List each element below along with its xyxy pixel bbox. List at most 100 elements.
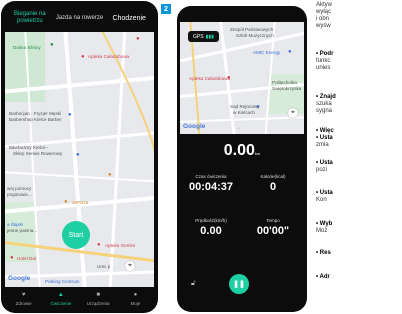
tab-outdoor-run[interactable]: Bieganie na powietrzu [5, 11, 55, 25]
map-label-hotel: Hotel Dal [17, 256, 36, 261]
start-button[interactable]: Start [62, 221, 90, 249]
manual-line: szuka [316, 101, 332, 107]
manual-line: • Usta [316, 135, 333, 141]
map-view[interactable]: Dolina Silnicy ● ● Apteka Całodobowa ● B… [5, 32, 154, 287]
manual-line: sygna [316, 108, 333, 114]
manual-line: • Podr [316, 51, 334, 57]
stat-label-time: Czas ćwiczenia [195, 174, 227, 179]
manual-line: Kon [316, 197, 327, 203]
tab-cycling[interactable]: Jazda na rowerze [55, 15, 105, 22]
map-label-bikefactory-2: Sklep Serwis Rowerowy [13, 151, 63, 156]
manual-line: unies [316, 65, 331, 71]
stat-speed: Prędkość(km/h) 0.00 [181, 218, 241, 237]
phone-screen-exercise-start: Bieganie na powietrzu Jazda na rowerze C… [1, 1, 158, 313]
stat-exercise-time: Czas ćwiczenia 00:04:37 [181, 174, 241, 193]
stat-label-speed: Prędkość(km/h) [195, 218, 227, 223]
nav-item-devices[interactable]: ■ Urządzenia [80, 287, 117, 311]
map-label-parking: Parking Centrum [45, 279, 80, 284]
exercise-type-tabs: Bieganie na powietrzu Jazda na rowerze C… [5, 5, 154, 31]
google-logo: Google [8, 275, 31, 282]
nav-item-profile[interactable]: ● Moje [117, 287, 154, 311]
manual-line: funkc [316, 58, 331, 64]
nav-label-devices: Urządzenia [86, 301, 110, 306]
bottom-navigation: ♥ Zdrowie ▲ Ćwiczenie ■ Urządzenia ● Moj… [5, 287, 154, 311]
stat-label-pace: Tempo [266, 218, 280, 223]
pharmacy-pin-2-icon[interactable]: ● [97, 242, 101, 248]
map-label-szkoly-2: Szkół Muzycznych [236, 33, 274, 38]
nav-label-exercise: Ćwiczenie [50, 301, 72, 306]
pizza-pin-icon[interactable]: ● [64, 199, 68, 205]
map-label-umc: Umc p [97, 264, 111, 269]
map-label-barbershop: Barbershop Kielce Barber [9, 117, 62, 122]
my-location-button[interactable]: ⌖ [125, 261, 135, 271]
distance-display: 0.00km [177, 142, 307, 160]
hotel-pin-icon[interactable]: ● [10, 255, 14, 261]
distance-unit: km [254, 151, 261, 156]
lock-icon[interactable]: 🔓︎ [191, 280, 196, 288]
my-location-button[interactable]: ⌖ [288, 108, 298, 118]
manual-line: • Wyb [316, 221, 333, 227]
map-label-sad: Sąd Rejonowy [230, 104, 260, 109]
manual-line: • Res [316, 250, 331, 256]
manual-line: • Więc [316, 128, 334, 134]
watch-icon: ■ [96, 292, 100, 298]
map-label-politechnika: Politechnika [272, 80, 297, 85]
stat-value-calories: 0 [269, 181, 277, 193]
manual-line: wyłąc [316, 9, 332, 15]
map-label-szkoly: Zespół Państwowych [230, 27, 274, 32]
map-label-sad-2: w Kielcach [233, 110, 255, 115]
map-label-bikefactory: Bikefactory Kielce - [9, 145, 49, 150]
manual-line: Aktyw [316, 2, 333, 8]
current-location-dot-icon: ● [76, 152, 80, 158]
pharmacy-pin-icon[interactable]: ● [227, 75, 231, 81]
park-pin-icon: ● [50, 42, 54, 48]
stat-label-calories: Kalorie(kcal) [260, 174, 286, 179]
tab-walking[interactable]: Chodzenie [104, 15, 154, 22]
manual-text-column: Aktyw wyłąc i obn wyśw • Podr funkc unie… [312, 0, 402, 314]
restaurant-pin-icon[interactable]: ● [108, 172, 112, 178]
stat-value-time: 00:04:37 [188, 181, 234, 193]
pause-button[interactable]: ❚❚ [229, 274, 249, 294]
map-label-pizza: 10Pizza [72, 200, 89, 205]
map-label-amic: AMIC Energy [253, 50, 281, 55]
nav-label-health: Zdrowie [15, 301, 32, 306]
manual-line: • Znajd [316, 94, 336, 100]
manual-line: • Adr [316, 274, 330, 280]
manual-line: pozi [316, 167, 328, 173]
map-label-pomocy: wej pomocy [7, 186, 32, 191]
manual-line: • Usta [316, 160, 333, 166]
nav-label-profile: Moje [130, 301, 141, 306]
manual-line: i obn [316, 16, 330, 22]
pharmacy-pin-icon[interactable]: ● [81, 54, 85, 60]
manual-line: • Usta [316, 190, 333, 196]
barber-pin-icon[interactable]: ● [68, 112, 72, 118]
place-pin-icon[interactable]: ● [136, 36, 140, 42]
map-label-pogotowie: pogotowie... [7, 192, 32, 197]
nav-item-health[interactable]: ♥ Zdrowie [5, 287, 42, 311]
tracking-map-view[interactable]: GPS ▮▮▮ Zespół Państwowych Szkół Muzyczn… [180, 22, 304, 134]
google-logo: Google [183, 123, 206, 130]
fuel-pin-icon[interactable]: ● [288, 49, 292, 55]
map-label-politechnika-2: Świętokrzyska [272, 86, 302, 91]
step-number-badge: 2 [161, 4, 171, 14]
stat-pace: Tempo 00'00" [243, 218, 303, 237]
map-label-apteka: Apteka Całodobowa [189, 76, 231, 81]
stat-calories: Kalorie(kcal) 0 [243, 174, 303, 193]
manual-line: zmia [316, 142, 329, 148]
chevron-down-icon[interactable]: ⌄ [236, 124, 241, 131]
person-icon: ● [133, 292, 138, 298]
stat-value-speed: 0.00 [200, 225, 222, 237]
nav-item-exercise[interactable]: ▲ Ćwiczenie [42, 287, 79, 311]
map-label-apteka-2: Apteka Gemini [105, 243, 136, 248]
gps-signal-icon: ▮▮▮ [205, 33, 214, 40]
heart-icon: ♥ [21, 292, 26, 298]
phone-screen-exercise-tracking: GPS ▮▮▮ Zespół Państwowych Szkół Muzyczn… [177, 6, 307, 312]
stat-value-pace: 00'00" [256, 225, 290, 237]
gps-status-indicator: GPS ▮▮▮ [188, 31, 219, 42]
manual-line: Moż [316, 228, 328, 234]
map-label-slaski-2: jenne pasma... [7, 228, 38, 233]
map-label-apteka-1: Apteka Całodobowa [88, 54, 130, 59]
shoe-icon: ▲ [57, 292, 64, 298]
map-label-barbecjan: Barbecjan - Fryzjer Męski [9, 111, 62, 116]
distance-value: 0.00 [223, 142, 255, 159]
